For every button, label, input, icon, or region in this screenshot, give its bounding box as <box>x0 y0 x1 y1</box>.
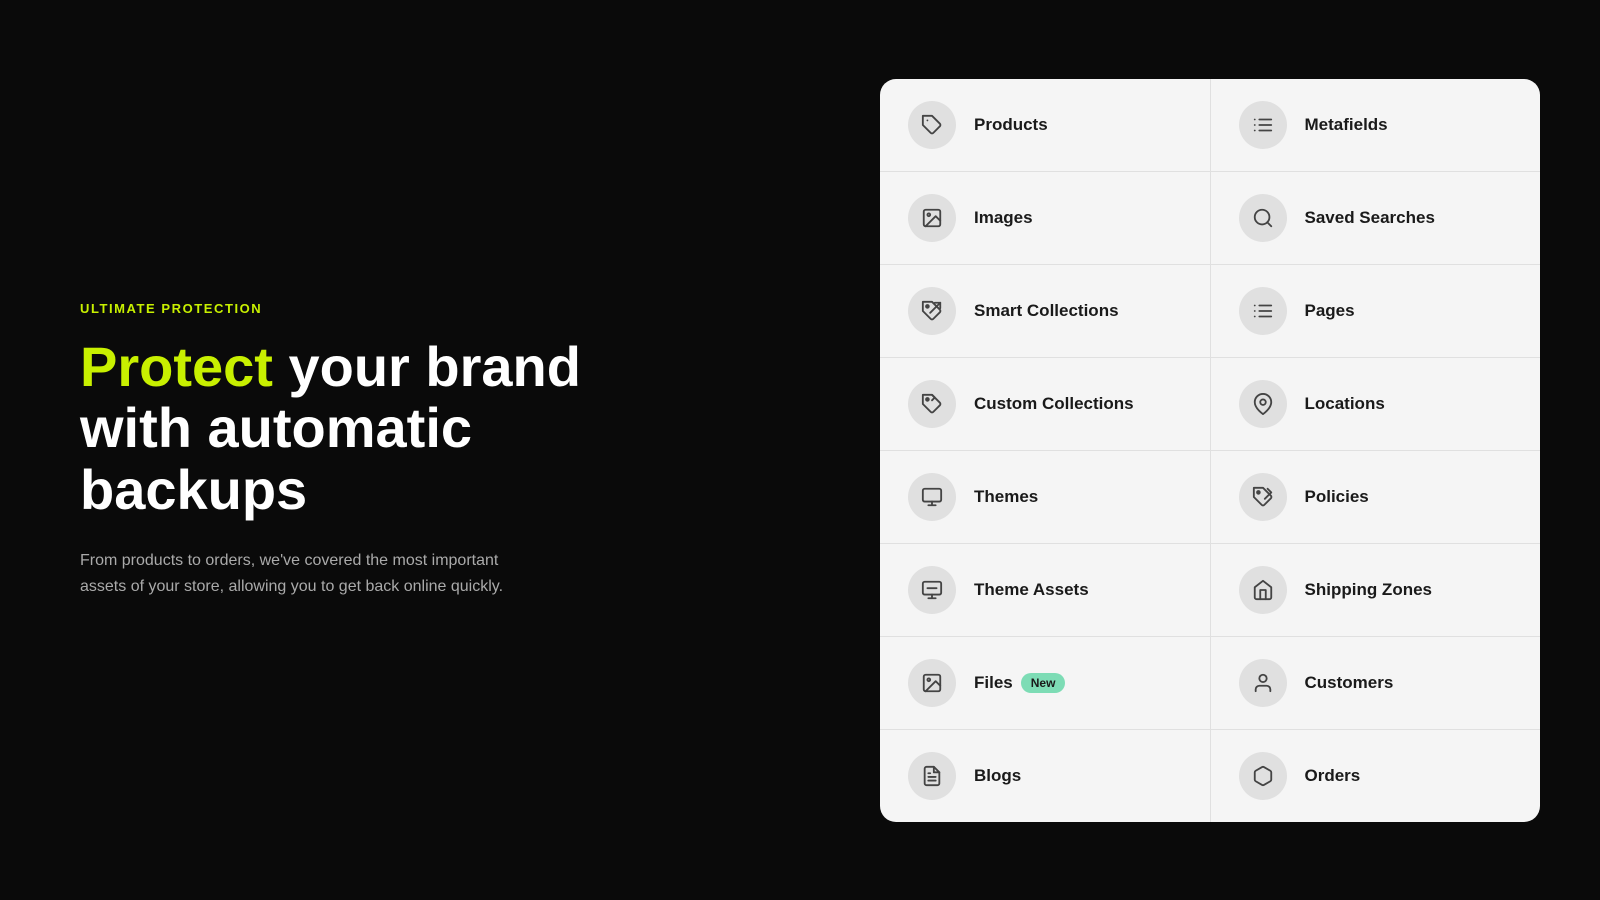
custom-collections-cell[interactable]: Custom Collections <box>880 358 1211 450</box>
files-label: Files <box>974 673 1013 693</box>
themes-icon <box>908 473 956 521</box>
smart-collections-label: Smart Collections <box>974 301 1119 321</box>
shipping-zones-label: Shipping Zones <box>1305 580 1433 600</box>
customers-label: Customers <box>1305 673 1394 693</box>
right-panel: Products Metafields Images Save <box>880 79 1540 822</box>
grid-row: Custom Collections Locations <box>880 358 1540 451</box>
metafields-cell[interactable]: Metafields <box>1211 79 1541 171</box>
images-cell[interactable]: Images <box>880 172 1211 264</box>
shipping-zones-cell[interactable]: Shipping Zones <box>1211 544 1541 636</box>
grid-row: Files New Customers <box>880 637 1540 730</box>
images-label: Images <box>974 208 1033 228</box>
themes-cell[interactable]: Themes <box>880 451 1211 543</box>
custom-collections-icon <box>908 380 956 428</box>
smart-collections-cell[interactable]: Smart Collections <box>880 265 1211 357</box>
theme-assets-label: Theme Assets <box>974 580 1089 600</box>
grid-row: Smart Collections Pages <box>880 265 1540 358</box>
grid-row: Themes Policies <box>880 451 1540 544</box>
pages-label: Pages <box>1305 301 1355 321</box>
custom-collections-label: Custom Collections <box>974 394 1134 414</box>
left-panel: ULTIMATE PROTECTION Protect your brandwi… <box>0 0 760 900</box>
metafields-label: Metafields <box>1305 115 1388 135</box>
themes-label: Themes <box>974 487 1038 507</box>
metafields-icon <box>1239 101 1287 149</box>
products-cell[interactable]: Products <box>880 79 1211 171</box>
grid-row: Products Metafields <box>880 79 1540 172</box>
blogs-label: Blogs <box>974 766 1021 786</box>
theme-assets-cell[interactable]: Theme Assets <box>880 544 1211 636</box>
shipping-zones-icon <box>1239 566 1287 614</box>
policies-label: Policies <box>1305 487 1369 507</box>
headline-highlight: Protect <box>80 335 273 398</box>
customers-icon <box>1239 659 1287 707</box>
files-new-badge: New <box>1021 673 1066 693</box>
files-icon <box>908 659 956 707</box>
locations-icon <box>1239 380 1287 428</box>
pages-icon <box>1239 287 1287 335</box>
orders-cell[interactable]: Orders <box>1211 730 1541 822</box>
policies-cell[interactable]: Policies <box>1211 451 1541 543</box>
features-grid: Products Metafields Images Save <box>880 79 1540 822</box>
products-label: Products <box>974 115 1048 135</box>
saved-searches-icon <box>1239 194 1287 242</box>
customers-cell[interactable]: Customers <box>1211 637 1541 729</box>
blogs-icon <box>908 752 956 800</box>
theme-assets-icon <box>908 566 956 614</box>
products-icon <box>908 101 956 149</box>
locations-cell[interactable]: Locations <box>1211 358 1541 450</box>
orders-label: Orders <box>1305 766 1361 786</box>
grid-row: Images Saved Searches <box>880 172 1540 265</box>
description: From products to orders, we've covered t… <box>80 548 540 599</box>
grid-row: Blogs Orders <box>880 730 1540 822</box>
files-cell[interactable]: Files New <box>880 637 1211 729</box>
locations-label: Locations <box>1305 394 1385 414</box>
headline: Protect your brandwith automatic backups <box>80 336 680 521</box>
pages-cell[interactable]: Pages <box>1211 265 1541 357</box>
protection-label: ULTIMATE PROTECTION <box>80 301 680 316</box>
saved-searches-label: Saved Searches <box>1305 208 1435 228</box>
smart-collections-icon <box>908 287 956 335</box>
policies-icon <box>1239 473 1287 521</box>
blogs-cell[interactable]: Blogs <box>880 730 1211 822</box>
saved-searches-cell[interactable]: Saved Searches <box>1211 172 1541 264</box>
orders-icon <box>1239 752 1287 800</box>
images-icon <box>908 194 956 242</box>
grid-row: Theme Assets Shipping Zones <box>880 544 1540 637</box>
